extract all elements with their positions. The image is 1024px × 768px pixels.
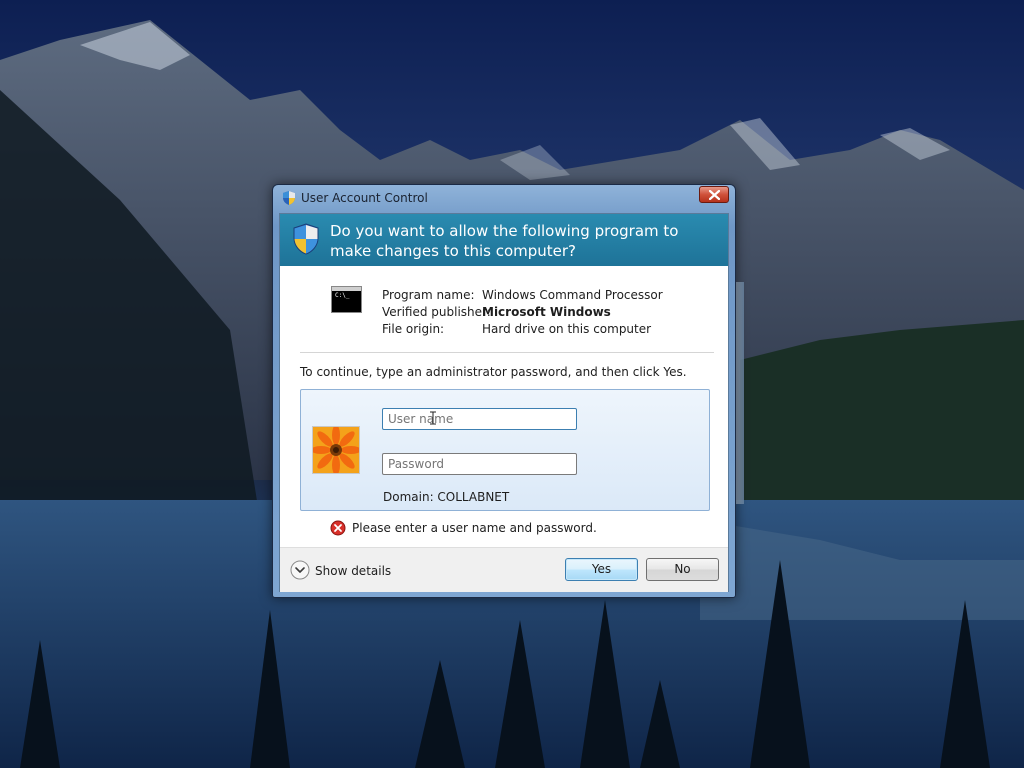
- publisher-value: Microsoft Windows: [482, 305, 611, 319]
- publisher-label: Verified publisher:: [382, 305, 491, 319]
- show-details-button[interactable]: Show details: [290, 560, 392, 582]
- error-message: Please enter a user name and password.: [352, 521, 597, 535]
- user-avatar: [312, 426, 360, 474]
- yes-button[interactable]: Yes: [565, 558, 638, 581]
- desktop: User Account Control Do you want to allo…: [0, 0, 1024, 768]
- error-icon: [330, 520, 346, 536]
- domain-label: Domain: COLLABNET: [383, 490, 510, 504]
- uac-shield-icon: [293, 223, 319, 255]
- close-button[interactable]: [699, 186, 729, 203]
- program-name-value: Windows Command Processor: [482, 288, 663, 302]
- chevron-down-icon: [290, 560, 310, 580]
- no-button[interactable]: No: [646, 558, 719, 581]
- header-band: Do you want to allow the following progr…: [280, 214, 728, 266]
- file-origin-value: Hard drive on this computer: [482, 322, 652, 336]
- file-origin-label: File origin:: [382, 322, 445, 336]
- dialog-footer: Show details Yes No: [280, 547, 728, 592]
- show-details-label: Show details: [315, 564, 392, 578]
- icon-title-bar: [332, 287, 361, 291]
- instruction-text: To continue, type an administrator passw…: [300, 365, 687, 379]
- flower-avatar: [313, 427, 359, 473]
- uac-shield-icon: [283, 191, 295, 205]
- password-input[interactable]: [382, 453, 577, 475]
- prompt-question: Do you want to allow the following progr…: [330, 222, 679, 260]
- uac-dialog: User Account Control Do you want to allo…: [272, 184, 736, 598]
- close-icon: [709, 190, 720, 200]
- text-cursor-icon: [430, 411, 436, 425]
- window-title: User Account Control: [301, 191, 428, 205]
- program-name-label: Program name:: [382, 288, 475, 302]
- username-input[interactable]: [382, 408, 577, 430]
- command-prompt-icon: C:\_: [331, 286, 362, 313]
- dialog-content: Do you want to allow the following progr…: [279, 213, 729, 592]
- title-bar[interactable]: User Account Control: [273, 185, 735, 211]
- separator: [300, 352, 714, 353]
- credential-tile: Domain: COLLABNET: [300, 389, 710, 511]
- icon-prompt-text: C:\_: [335, 292, 350, 299]
- background-window-edge: [736, 282, 744, 504]
